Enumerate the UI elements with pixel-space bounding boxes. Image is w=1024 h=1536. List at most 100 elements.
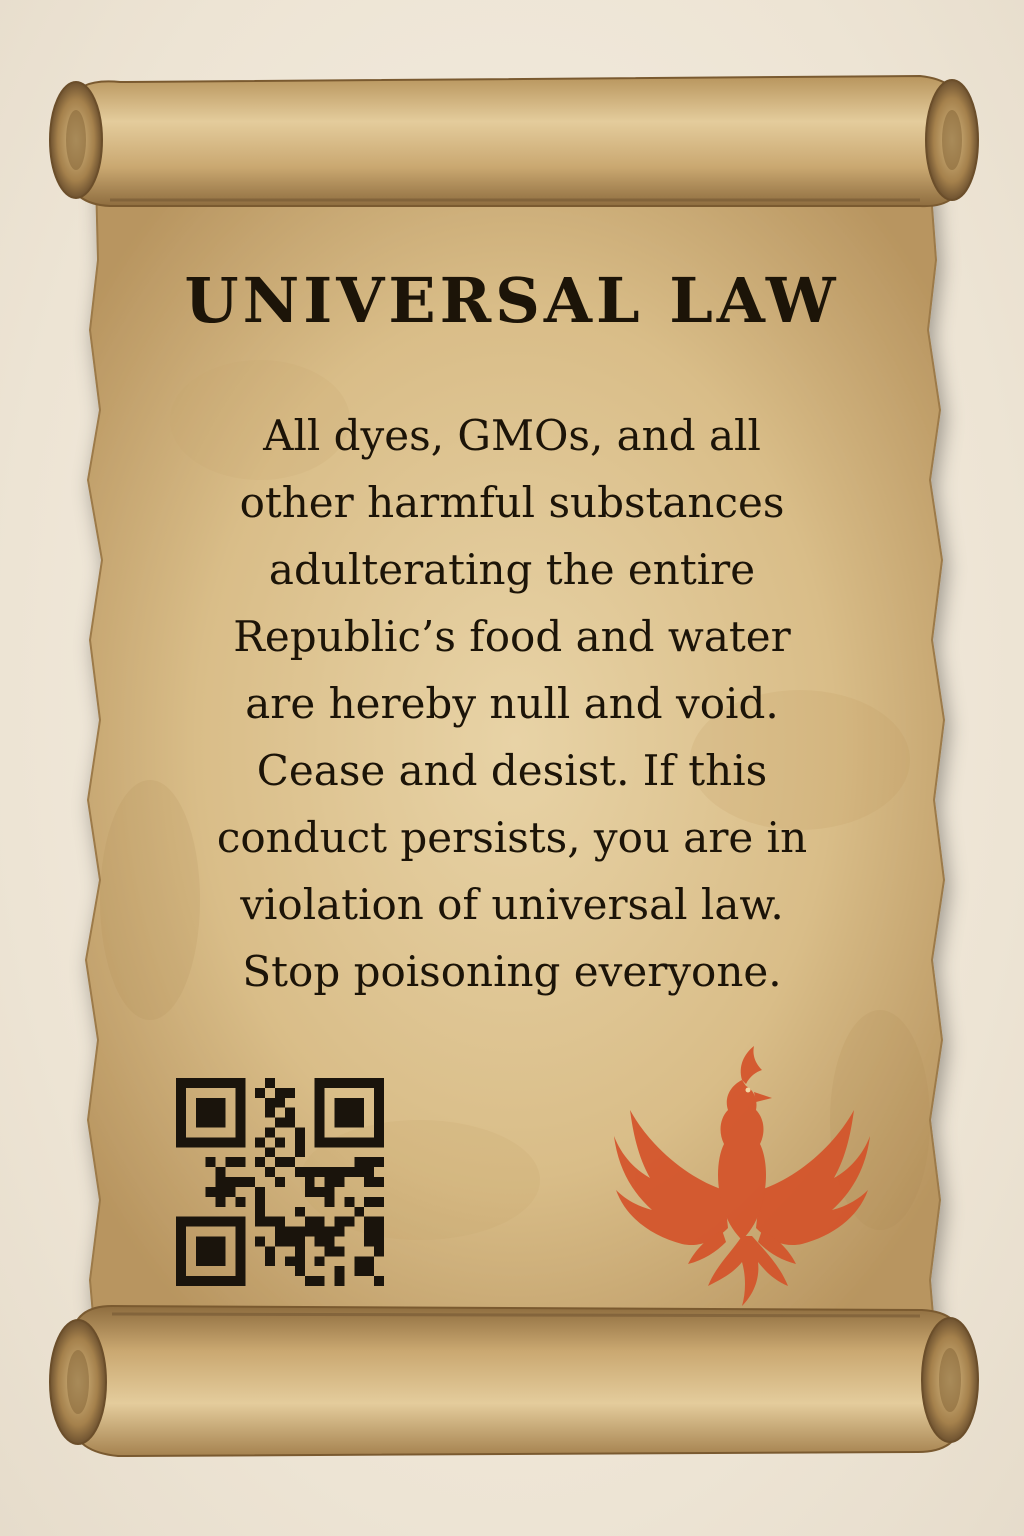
law-text-line: Republic’s food and water	[233, 612, 791, 661]
qr-module	[265, 1216, 276, 1227]
qr-module	[354, 1078, 365, 1088]
qr-module	[215, 1107, 226, 1118]
qr-module	[225, 1137, 236, 1148]
qr-module	[185, 1216, 196, 1227]
qr-module	[195, 1117, 206, 1128]
qr-module	[374, 1127, 384, 1138]
qr-module	[265, 1167, 276, 1178]
qr-module	[374, 1226, 384, 1237]
qr-module	[294, 1147, 305, 1158]
qr-module	[304, 1276, 315, 1286]
qr-module	[205, 1078, 216, 1088]
qr-module	[354, 1167, 365, 1178]
qr-module	[374, 1196, 384, 1207]
qr-module	[235, 1216, 246, 1227]
qr-module	[294, 1226, 305, 1237]
qr-module	[185, 1137, 196, 1148]
qr-module	[176, 1097, 186, 1108]
qr-module	[324, 1078, 335, 1088]
qr-module	[334, 1246, 345, 1257]
qr-module	[176, 1256, 186, 1267]
law-text-line: adulterating the entire	[268, 545, 756, 594]
qr-module	[235, 1078, 246, 1088]
qr-module	[275, 1216, 285, 1227]
qr-module	[344, 1078, 355, 1088]
qr-module	[334, 1177, 345, 1187]
qr-module	[176, 1236, 186, 1247]
qr-module	[176, 1276, 186, 1286]
qr-module	[235, 1137, 246, 1148]
qr-module	[284, 1256, 295, 1267]
qr-module	[265, 1256, 276, 1267]
qr-module	[176, 1266, 186, 1277]
qr-code-icon[interactable]	[176, 1078, 384, 1286]
qr-module	[374, 1157, 384, 1168]
qr-module	[265, 1246, 276, 1257]
qr-module	[364, 1256, 375, 1267]
qr-module	[324, 1196, 335, 1207]
qr-module	[364, 1266, 375, 1277]
qr-module	[225, 1186, 236, 1197]
qr-module	[215, 1256, 226, 1267]
qr-module	[205, 1157, 216, 1168]
qr-module	[255, 1137, 266, 1148]
qr-module	[334, 1097, 345, 1108]
qr-module	[205, 1216, 216, 1227]
qr-module	[324, 1137, 335, 1148]
qr-module	[374, 1097, 384, 1108]
qr-module	[374, 1107, 384, 1118]
qr-module	[324, 1246, 335, 1257]
qr-module	[374, 1276, 384, 1286]
qr-module	[265, 1078, 276, 1088]
qr-module	[235, 1107, 246, 1118]
qr-module	[304, 1226, 315, 1237]
qr-module	[294, 1127, 305, 1138]
qr-module	[225, 1216, 236, 1227]
qr-module	[314, 1236, 325, 1247]
qr-module	[215, 1186, 226, 1197]
qr-module	[235, 1236, 246, 1247]
qr-module	[324, 1186, 335, 1197]
qr-module	[255, 1087, 266, 1098]
qr-module	[235, 1226, 246, 1237]
qr-module	[215, 1196, 226, 1207]
qr-module	[176, 1216, 186, 1227]
qr-module	[354, 1256, 365, 1267]
law-text-line: other harmful substances	[239, 478, 785, 527]
qr-module	[364, 1216, 375, 1227]
qr-module	[294, 1266, 305, 1277]
scroll-title: UNIVERSAL LAW	[184, 264, 840, 337]
qr-module	[374, 1087, 384, 1098]
qr-module	[294, 1137, 305, 1148]
qr-module	[284, 1087, 295, 1098]
qr-module	[195, 1078, 206, 1088]
qr-module	[255, 1196, 266, 1207]
qr-module	[265, 1127, 276, 1138]
qr-module	[205, 1276, 216, 1286]
qr-module	[176, 1117, 186, 1128]
qr-module	[235, 1127, 246, 1138]
qr-module	[334, 1117, 345, 1128]
qr-module	[284, 1117, 295, 1128]
qr-module	[176, 1087, 186, 1098]
qr-module	[225, 1276, 236, 1286]
qr-module	[205, 1236, 216, 1247]
qr-module	[314, 1167, 325, 1178]
qr-module	[215, 1167, 226, 1178]
qr-module	[324, 1226, 335, 1237]
law-text-line: conduct persists, you are in	[216, 813, 808, 862]
qr-module	[294, 1206, 305, 1217]
qr-module	[294, 1236, 305, 1247]
qr-module	[354, 1157, 365, 1168]
qr-module	[364, 1177, 375, 1187]
qr-module	[334, 1266, 345, 1277]
law-text-line: are hereby null and void.	[245, 679, 779, 728]
qr-module	[364, 1137, 375, 1148]
qr-module	[205, 1117, 216, 1128]
qr-module	[314, 1186, 325, 1197]
qr-module	[176, 1107, 186, 1118]
qr-module	[344, 1196, 355, 1207]
qr-module	[195, 1246, 206, 1257]
qr-module	[235, 1276, 246, 1286]
qr-module	[324, 1167, 335, 1178]
